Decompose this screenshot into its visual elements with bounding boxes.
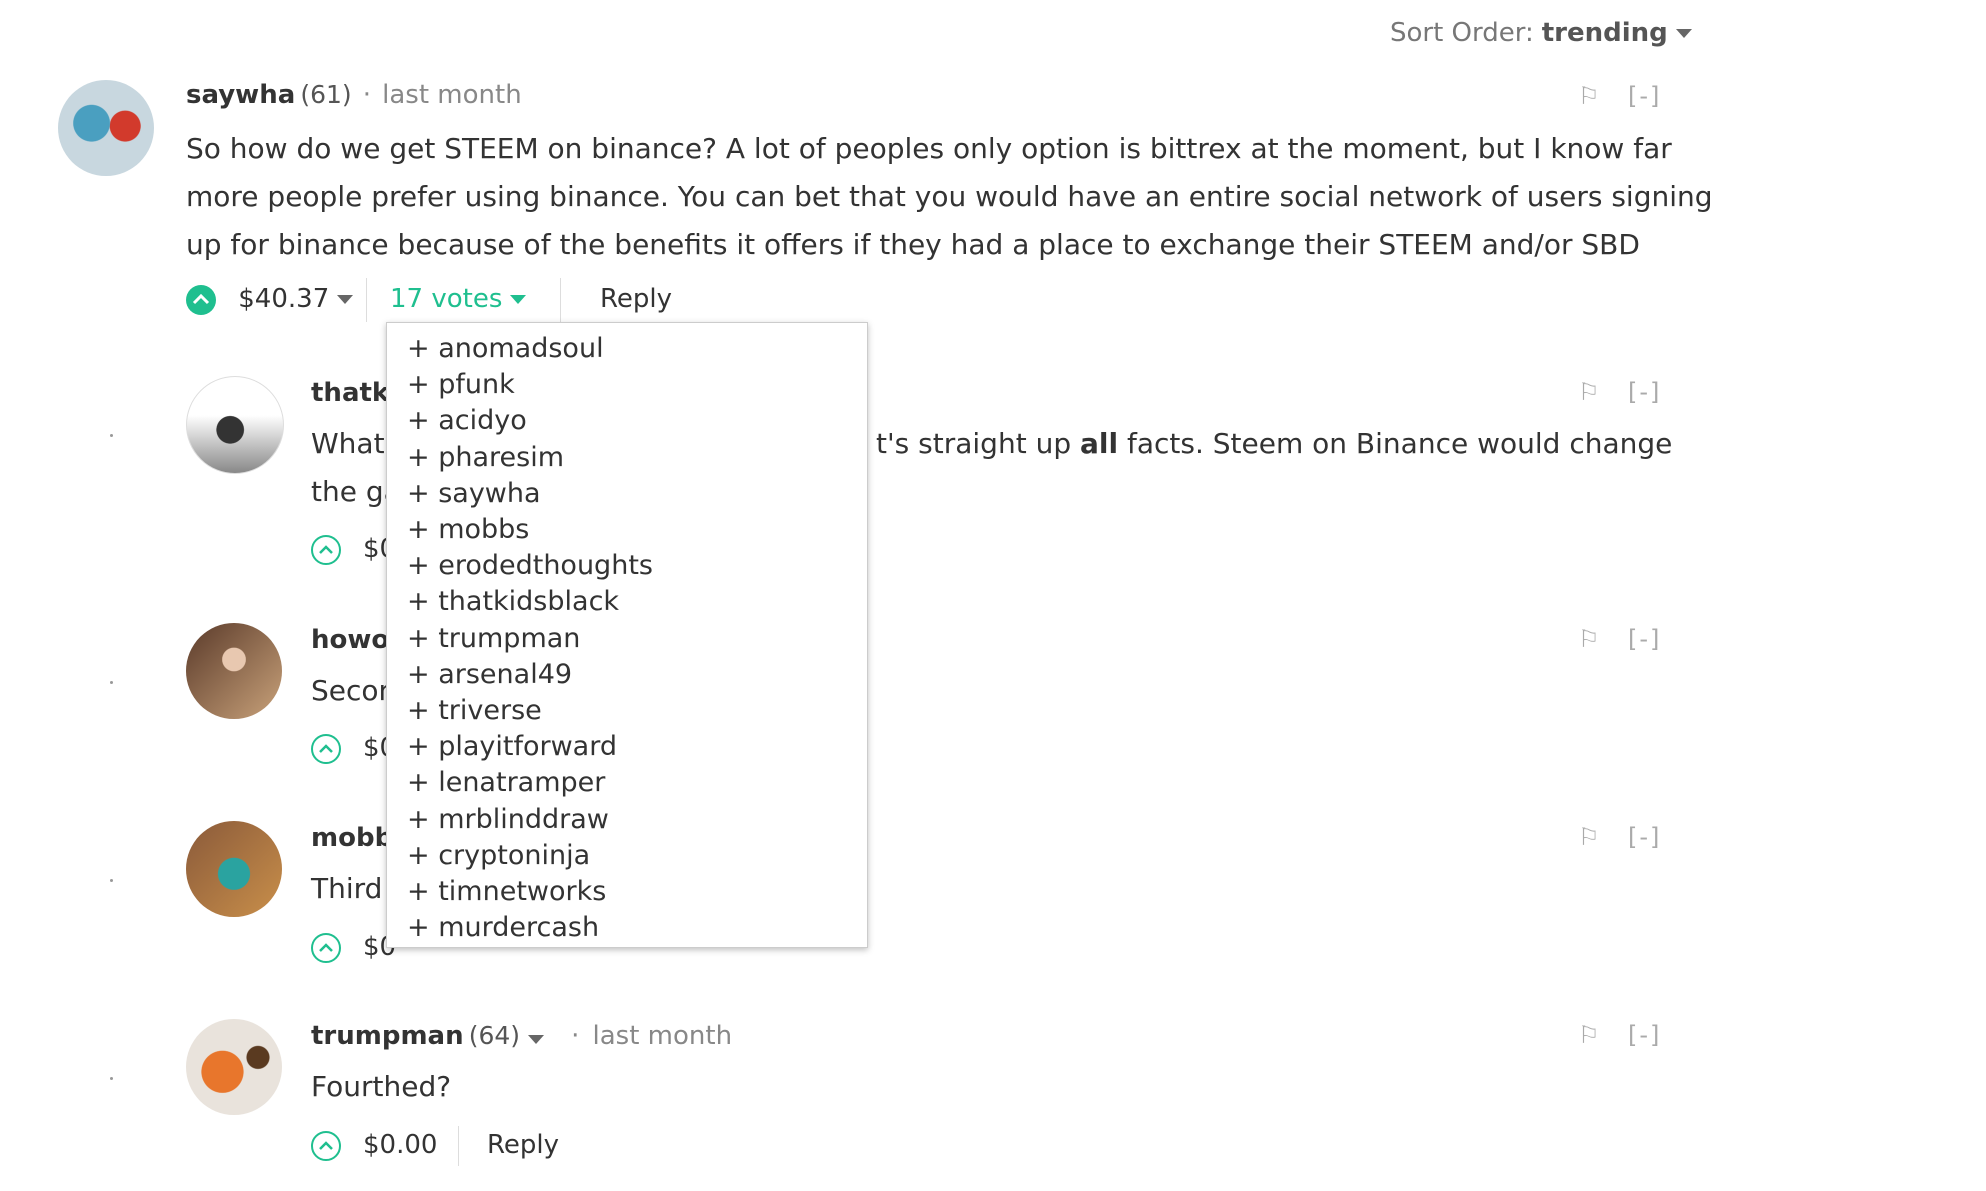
flag-icon[interactable]: ⚐ <box>1578 82 1600 110</box>
voters-dropdown: + anomadsoul + pfunk + acidyo + pharesim… <box>386 322 868 948</box>
flag-icon[interactable]: ⚐ <box>1578 1021 1600 1049</box>
collapse-toggle[interactable]: [-] <box>1628 625 1661 653</box>
comment-body-line: What' <box>311 427 393 460</box>
voter-item[interactable]: + cryptoninja <box>407 838 867 874</box>
separator-dot: · <box>362 80 372 110</box>
reply-button[interactable]: Reply <box>487 1130 559 1160</box>
author-name[interactable]: trumpman <box>311 1021 464 1051</box>
author-name[interactable]: saywha <box>186 80 295 110</box>
voter-item[interactable]: + timnetworks <box>407 874 867 910</box>
sort-order[interactable]: Sort Order: trending <box>1390 18 1692 48</box>
sort-order-value[interactable]: trending <box>1542 18 1668 48</box>
collapse-toggle[interactable]: [-] <box>1628 823 1661 851</box>
voter-item[interactable]: + triverse <box>407 693 867 729</box>
comment-header: saywha (61) · last month <box>186 80 522 110</box>
voter-item[interactable]: + murdercash <box>407 910 867 946</box>
voters-list: + anomadsoul + pfunk + acidyo + pharesim… <box>387 323 867 946</box>
upvote-icon[interactable] <box>311 933 341 963</box>
upvote-icon[interactable] <box>311 1131 341 1161</box>
comment-time[interactable]: last month <box>593 1021 733 1051</box>
payout-value[interactable]: $40.37 <box>238 284 329 314</box>
comment-body: Secon <box>311 674 397 707</box>
chevron-down-icon[interactable] <box>1675 29 1692 38</box>
voter-item[interactable]: + acidyo <box>407 403 867 439</box>
collapse-toggle[interactable]: [-] <box>1628 1021 1661 1049</box>
divider <box>366 278 367 322</box>
flag-icon[interactable]: ⚐ <box>1578 625 1600 653</box>
comment-body: Third <box>311 872 383 905</box>
upvote-icon[interactable] <box>186 284 216 315</box>
upvote-icon[interactable] <box>311 734 341 764</box>
voter-item[interactable]: + arsenal49 <box>407 657 867 693</box>
reply-button[interactable]: Reply <box>600 284 672 314</box>
voter-item[interactable]: + erodedthoughts <box>407 548 867 584</box>
avatar[interactable] <box>186 1019 282 1115</box>
sort-order-label: Sort Order: <box>1390 18 1534 48</box>
divider <box>560 278 561 322</box>
voter-item[interactable]: + saywha <box>407 476 867 512</box>
thread-bullet <box>110 879 113 882</box>
thread-bullet <box>110 1077 113 1080</box>
author-reputation: (64) <box>468 1021 521 1050</box>
avatar[interactable] <box>186 623 282 719</box>
collapse-toggle[interactable]: [-] <box>1628 82 1661 110</box>
chevron-down-icon[interactable] <box>528 1035 545 1044</box>
author-name[interactable]: mobb <box>311 823 393 853</box>
author-name[interactable]: howo <box>311 625 389 655</box>
comment-time[interactable]: last month <box>382 80 522 110</box>
chevron-down-icon[interactable] <box>337 295 354 304</box>
voter-item[interactable]: + mrblinddraw <box>407 802 867 838</box>
thread-bullet <box>110 681 113 684</box>
comment-body-line: up for binance because of the benefits i… <box>186 228 1640 261</box>
thread-bullet <box>110 434 113 437</box>
chevron-down-icon[interactable] <box>510 295 527 304</box>
flag-icon[interactable]: ⚐ <box>1578 823 1600 851</box>
votes-toggle[interactable]: 17 votes <box>390 284 527 314</box>
avatar[interactable] <box>58 80 154 176</box>
avatar[interactable] <box>186 821 282 917</box>
comment-body-line: So how do we get STEEM on binance? A lot… <box>186 132 1672 165</box>
voter-item[interactable]: + playitforward <box>407 729 867 765</box>
votes-count[interactable]: 17 votes <box>390 284 502 314</box>
voter-item[interactable]: + thatkidsblack <box>407 584 867 620</box>
voter-item[interactable]: + lenatramper <box>407 765 867 801</box>
comment-header: trumpman (64) · last month <box>311 1021 732 1051</box>
voter-item[interactable]: + mobbs <box>407 512 867 548</box>
collapse-toggle[interactable]: [-] <box>1628 378 1661 406</box>
comment-body: So how do we get STEEM on binance? A lot… <box>186 125 1713 269</box>
voter-item[interactable]: + pharesim <box>407 440 867 476</box>
comment-actions: $40.37 <box>186 284 354 315</box>
payout-value[interactable]: $0.00 <box>363 1130 437 1160</box>
separator-dot: · <box>571 1021 580 1051</box>
author-reputation: (61) <box>300 80 352 109</box>
comment-body-line: t's straight up all facts. Steem on Bina… <box>876 427 1673 460</box>
avatar[interactable] <box>186 376 284 474</box>
comment-body: Fourthed? <box>311 1070 452 1103</box>
voter-item[interactable]: + pfunk <box>407 367 867 403</box>
voter-item[interactable]: + trumpman <box>407 621 867 657</box>
comment-body-line: more people prefer using binance. You ca… <box>186 180 1713 213</box>
flag-icon[interactable]: ⚐ <box>1578 378 1600 406</box>
divider <box>458 1126 459 1166</box>
upvote-icon[interactable] <box>311 535 341 565</box>
voter-item[interactable]: + anomadsoul <box>407 331 867 367</box>
